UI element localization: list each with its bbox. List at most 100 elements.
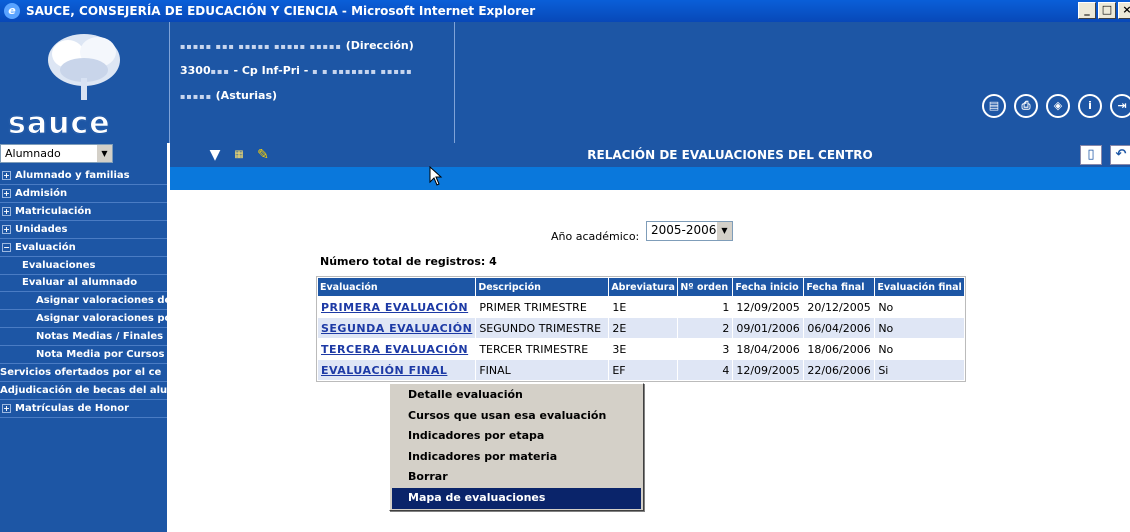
total-records: Número total de registros: 4 xyxy=(320,255,497,268)
table-cell: PRIMER TRIMESTRE xyxy=(476,297,609,317)
evaluation-link[interactable]: TERCERA EVALUACIÓN xyxy=(318,339,476,359)
menu-item-detalle[interactable]: Detalle evaluación xyxy=(392,385,641,406)
new-document-icon[interactable]: ▯ xyxy=(1080,145,1102,165)
menu-item-indicadores-etapa[interactable]: Indicadores por etapa xyxy=(392,426,641,447)
table-cell: 12/09/2005 xyxy=(733,297,804,317)
toolbar-strip xyxy=(170,167,1130,190)
table-cell: 2E xyxy=(609,318,678,338)
school-info: ▪▪▪▪▪ ▪▪▪ ▪▪▪▪▪ ▪▪▪▪▪ ▪▪▪▪▪ (Dirección) … xyxy=(170,22,455,143)
mouse-cursor-icon xyxy=(429,166,443,186)
table-cell: Si xyxy=(875,360,964,380)
page-icon[interactable]: ▤ xyxy=(982,94,1006,118)
sidebar-item-nota-media-cursos[interactable]: Nota Media por Cursos xyxy=(0,346,167,364)
evaluation-link[interactable]: PRIMERA EVALUACIÓN xyxy=(318,297,476,317)
context-menu: Detalle evaluación Cursos que usan esa e… xyxy=(389,383,644,511)
sidebar-item-becas[interactable]: Adjudicación de becas del alu xyxy=(0,382,167,400)
table-cell: 1E xyxy=(609,297,678,317)
minimize-button[interactable]: _ xyxy=(1078,2,1096,19)
table-cell: 09/01/2006 xyxy=(733,318,804,338)
menu-item-mapa[interactable]: Mapa de evaluaciones xyxy=(392,487,641,509)
sidebar-item-evaluacion[interactable]: − Evaluación xyxy=(0,239,167,257)
close-button[interactable]: × xyxy=(1118,2,1130,19)
chevron-down-icon[interactable]: ▼ xyxy=(716,222,732,240)
menu-item-cursos[interactable]: Cursos que usan esa evaluación xyxy=(392,406,641,427)
window-controls: _ □ × xyxy=(1078,2,1130,19)
header-icons: ▤ ⎙ ◈ i ⇥ xyxy=(982,94,1130,118)
menu-item-borrar[interactable]: Borrar xyxy=(392,467,641,488)
table-cell: 22/06/2006 xyxy=(804,360,875,380)
sidebar-item-unidades[interactable]: + Unidades xyxy=(0,221,167,239)
table-cell: No xyxy=(875,318,964,338)
app-header: sauce ▪▪▪▪▪ ▪▪▪ ▪▪▪▪▪ ▪▪▪▪▪ ▪▪▪▪▪ (Direc… xyxy=(0,22,1130,143)
sidebar-item-alumnado[interactable]: + Alumnado y familias xyxy=(0,167,167,185)
expand-icon[interactable]: + xyxy=(2,189,11,198)
column-header[interactable]: Descripción xyxy=(476,278,609,296)
sidebar-item-asignar-valoraciones-de[interactable]: Asignar valoraciones de xyxy=(0,292,167,310)
sidebar-item-evaluaciones[interactable]: Evaluaciones xyxy=(0,257,167,275)
table-cell: 3E xyxy=(609,339,678,359)
evaluation-link[interactable]: SEGUNDA EVALUACIÓN xyxy=(318,318,476,338)
table-cell: No xyxy=(875,297,964,317)
table-row: SEGUNDA EVALUACIÓN SEGUNDO TRIMESTRE 2E … xyxy=(318,318,964,338)
collapse-icon[interactable]: − xyxy=(2,243,11,252)
school-line-2: 3300▪▪▪ - Cp Inf-Pri - ▪ ▪ ▪▪▪▪▪▪▪ ▪▪▪▪▪ xyxy=(180,64,413,77)
expand-icon[interactable]: + xyxy=(2,171,11,180)
table-cell: SEGUNDO TRIMESTRE xyxy=(476,318,609,338)
evaluation-link[interactable]: EVALUACIÓN FINAL xyxy=(318,360,476,380)
column-header[interactable]: Evaluación xyxy=(318,278,476,296)
sidebar-item-matriculas-honor[interactable]: + Matrículas de Honor xyxy=(0,400,167,418)
info-icon[interactable]: i xyxy=(1078,94,1102,118)
table-header-row: Evaluación Descripción Abreviatura Nº or… xyxy=(318,278,964,296)
sidebar: Alumnado ▼ + Alumnado y familias + Admisió… xyxy=(0,143,167,532)
menu-item-indicadores-materia[interactable]: Indicadores por materia xyxy=(392,447,641,468)
expand-icon[interactable]: + xyxy=(2,225,11,234)
table-cell: 18/06/2006 xyxy=(804,339,875,359)
toolbar-right: ▯ ↶ xyxy=(1080,145,1130,165)
table-cell: 1 xyxy=(678,297,733,317)
table-cell: 20/12/2005 xyxy=(804,297,875,317)
school-line-1: ▪▪▪▪▪ ▪▪▪ ▪▪▪▪▪ ▪▪▪▪▪ ▪▪▪▪▪ (Dirección) xyxy=(180,39,414,52)
print-icon[interactable]: ⎙ xyxy=(1014,94,1038,118)
column-header[interactable]: Fecha inicio xyxy=(733,278,804,296)
sidebar-nav: + Alumnado y familias + Admisión + Matricul… xyxy=(0,167,167,418)
table-cell: No xyxy=(875,339,964,359)
table-row: EVALUACIÓN FINAL FINAL EF 4 12/09/2005 2… xyxy=(318,360,964,380)
column-header[interactable]: Abreviatura xyxy=(609,278,678,296)
chevron-down-icon[interactable]: ▼ xyxy=(96,145,112,162)
profile-select[interactable]: Alumnado ▼ xyxy=(0,144,113,163)
maximize-button[interactable]: □ xyxy=(1098,2,1116,19)
sidebar-item-servicios[interactable]: Servicios ofertados por el ce xyxy=(0,364,167,382)
column-header[interactable]: Nº orden xyxy=(678,278,733,296)
window-titlebar: e SAUCE, CONSEJERÍA DE EDUCACIÓN Y CIENC… xyxy=(0,0,1130,22)
table-cell: 3 xyxy=(678,339,733,359)
column-header[interactable]: Evaluación final xyxy=(875,278,964,296)
sidebar-item-asignar-valoraciones-por[interactable]: Asignar valoraciones por xyxy=(0,310,167,328)
sidebar-item-evaluar-alumnado[interactable]: Evaluar al alumnado xyxy=(0,275,167,292)
sauce-logo-text: sauce xyxy=(8,106,111,142)
logo-panel: sauce xyxy=(0,22,170,143)
tree-logo-icon xyxy=(48,34,120,100)
table-row: PRIMERA EVALUACIÓN PRIMER TRIMESTRE 1E 1… xyxy=(318,297,964,317)
undo-icon[interactable]: ↶ xyxy=(1110,145,1130,165)
exit-icon[interactable]: ⇥ xyxy=(1110,94,1130,118)
year-label: Año académico: xyxy=(551,230,640,243)
sidebar-item-notas-medias[interactable]: Notas Medias / Finales xyxy=(0,328,167,346)
sidebar-item-matriculacion[interactable]: + Matriculación xyxy=(0,203,167,221)
sidebar-item-admision[interactable]: + Admisión xyxy=(0,185,167,203)
expand-icon[interactable]: + xyxy=(2,404,11,413)
internet-explorer-icon: e xyxy=(4,3,20,19)
table-row: TERCERA EVALUACIÓN TERCER TRIMESTRE 3E 3… xyxy=(318,339,964,359)
table-cell: 4 xyxy=(678,360,733,380)
year-select[interactable]: 2005-2006 ▼ xyxy=(646,221,733,241)
table-cell: EF xyxy=(609,360,678,380)
expand-icon[interactable]: + xyxy=(2,207,11,216)
page-title: RELACIÓN DE EVALUACIONES DEL CENTRO xyxy=(587,148,873,162)
table-cell: TERCER TRIMESTRE xyxy=(476,339,609,359)
table-cell: 2 xyxy=(678,318,733,338)
table-cell: 18/04/2006 xyxy=(733,339,804,359)
table-cell: 12/09/2005 xyxy=(733,360,804,380)
column-header[interactable]: Fecha final xyxy=(804,278,875,296)
navigate-icon[interactable]: ◈ xyxy=(1046,94,1070,118)
evaluations-table: Evaluación Descripción Abreviatura Nº or… xyxy=(316,276,966,382)
main-toolbar: ▼ ▦ ✎ RELACIÓN DE EVALUACIONES DEL CENTR… xyxy=(170,143,1130,167)
